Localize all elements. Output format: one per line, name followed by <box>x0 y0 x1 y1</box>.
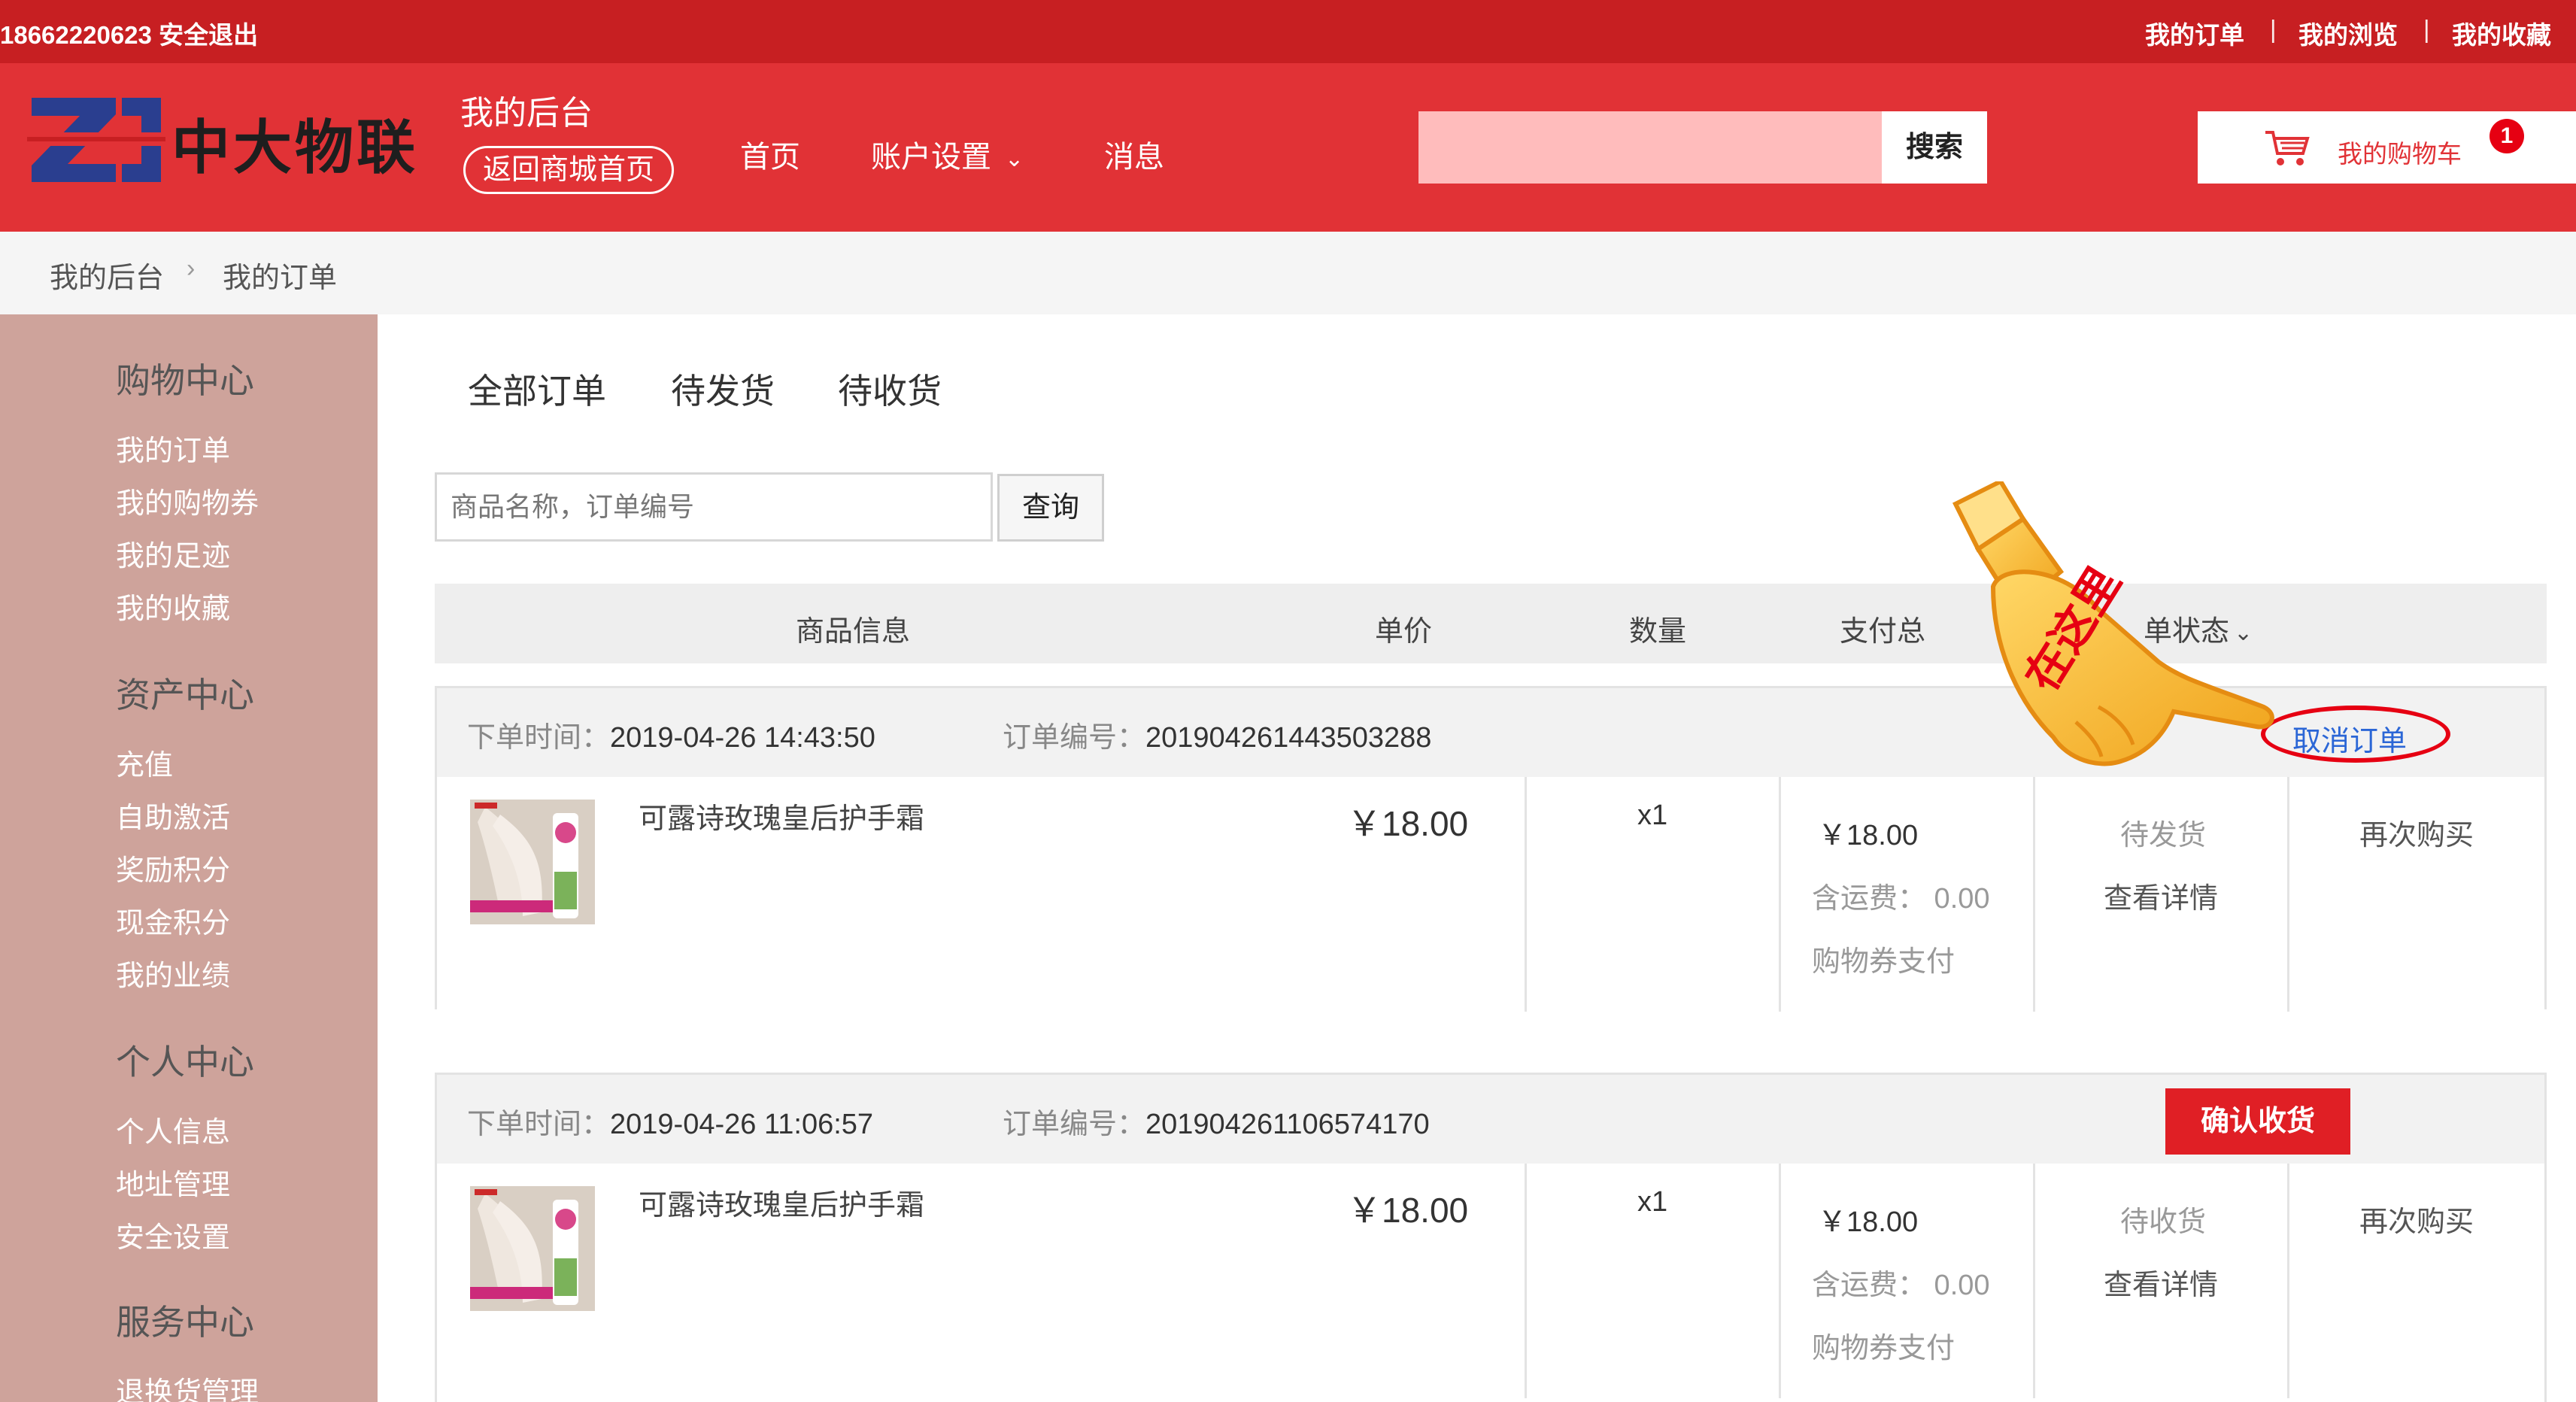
column-divider <box>2287 1164 2289 1398</box>
top-separator: | <box>2270 15 2277 43</box>
sidebar-item-my-footprints[interactable]: 我的足迹 <box>116 533 230 574</box>
breadcrumb <box>0 232 2576 314</box>
order-time: 下单时间：2019-04-26 11:06:57 <box>467 1109 874 1140</box>
query-button[interactable]: 查询 <box>997 474 1104 542</box>
sidebar-heading-shopping: 购物中心 <box>116 361 254 400</box>
chevron-right-icon: › <box>187 254 196 283</box>
unit-price: ￥18.00 <box>1347 1191 1469 1230</box>
col-quantity: 数量 <box>1629 616 1687 648</box>
breadcrumb-backend[interactable]: 我的后台 <box>50 254 164 296</box>
unit-price: ￥18.00 <box>1347 804 1469 843</box>
quantity: x1 <box>1637 1186 1668 1218</box>
sidebar-item-address[interactable]: 地址管理 <box>116 1161 230 1203</box>
column-divider <box>2287 777 2289 1012</box>
order-number: 订单编号：201904261106574170 <box>1003 1109 1430 1140</box>
nav-home[interactable]: 首页 <box>740 132 800 176</box>
highlight-ellipse <box>2261 706 2450 763</box>
search-input[interactable] <box>1418 111 1882 184</box>
search-button[interactable]: 搜索 <box>1882 111 1987 184</box>
payment-method: 购物券支付 <box>1812 1333 1956 1364</box>
sidebar-item-cash-points[interactable]: 现金积分 <box>116 900 230 941</box>
order-card: 下单时间：2019-04-26 11:06:57 订单编号：2019042611… <box>435 1073 2547 1402</box>
order-row: 可露诗玫瑰皇后护手霜 ￥18.00 x1 ￥18.00 含运费： 0.00 购物… <box>437 1164 2544 1398</box>
column-divider <box>1525 777 1527 1012</box>
column-divider <box>1779 777 1781 1012</box>
column-divider <box>2033 1164 2035 1398</box>
order-time: 下单时间：2019-04-26 14:43:50 <box>467 722 875 754</box>
shipping-fee: 含运费： 0.00 <box>1812 1270 1990 1301</box>
top-link-my-orders[interactable]: 我的订单 <box>2145 15 2244 51</box>
tab-pending-receipt[interactable]: 待收货 <box>838 364 942 414</box>
back-to-mall-button[interactable]: 返回商城首页 <box>463 146 674 194</box>
sidebar-item-self-activate[interactable]: 自助激活 <box>116 794 230 836</box>
sidebar-heading-service: 服务中心 <box>116 1303 254 1342</box>
top-link-my-favorites[interactable]: 我的收藏 <box>2452 15 2551 51</box>
order-total: ￥18.00 <box>1818 820 1919 851</box>
cart-count-badge: 1 <box>2490 119 2524 153</box>
order-number: 订单编号：201904261443503288 <box>1003 722 1432 754</box>
tab-all-orders[interactable]: 全部订单 <box>468 364 606 414</box>
buy-again-link[interactable]: 再次购买 <box>2359 1198 2474 1240</box>
nav-account-settings[interactable]: 账户设置 ⌄ <box>871 132 1024 176</box>
order-status: 待发货 <box>2120 820 2207 851</box>
order-status: 待收货 <box>2120 1206 2207 1238</box>
product-thumbnail[interactable] <box>470 1186 595 1311</box>
product-name-link[interactable]: 可露诗玫瑰皇后护手霜 <box>639 1182 924 1223</box>
shipping-fee: 含运费： 0.00 <box>1812 883 1990 915</box>
chevron-down-icon: ⌄ <box>1005 146 1024 171</box>
cart-icon <box>2265 131 2310 165</box>
top-link-my-browsing[interactable]: 我的浏览 <box>2298 15 2398 51</box>
cart-label: 我的购物车 <box>2338 140 2462 168</box>
tab-pending-shipment[interactable]: 待发货 <box>671 364 775 414</box>
sidebar-item-security[interactable]: 安全设置 <box>116 1214 230 1255</box>
sidebar-item-reward-points[interactable]: 奖励积分 <box>116 847 230 888</box>
col-product-info: 商品信息 <box>796 616 911 648</box>
logout-link[interactable]: 安全退出 <box>159 21 258 49</box>
payment-method: 购物券支付 <box>1812 946 1956 978</box>
cart-button[interactable]: 我的购物车 1 <box>2198 111 2576 184</box>
product-name-link[interactable]: 可露诗玫瑰皇后护手霜 <box>639 795 924 836</box>
backend-title: 我的后台 <box>460 95 593 132</box>
col-unit-price: 单价 <box>1375 616 1433 648</box>
quantity: x1 <box>1637 800 1668 831</box>
column-divider <box>1779 1164 1781 1398</box>
view-details-link[interactable]: 查看详情 <box>2104 1261 2218 1303</box>
buy-again-link[interactable]: 再次购买 <box>2359 812 2474 853</box>
sidebar-item-my-performance[interactable]: 我的业绩 <box>116 952 230 994</box>
site-header: 中大物联 我的后台 返回商城首页 首页 账户设置 ⌄ 消息 搜索 我的购物车 1 <box>0 63 2576 232</box>
order-total: ￥18.00 <box>1818 1206 1919 1238</box>
product-image-icon <box>470 1186 595 1311</box>
breadcrumb-my-orders: 我的订单 <box>223 262 338 294</box>
confirm-receipt-button[interactable]: 确认收货 <box>2165 1088 2350 1155</box>
product-thumbnail[interactable] <box>470 800 595 924</box>
order-header: 下单时间：2019-04-26 11:06:57 订单编号：2019042611… <box>437 1075 2544 1164</box>
sidebar-item-recharge[interactable]: 充值 <box>116 742 173 783</box>
top-bar: 18662220623 安全退出 我的订单 | 我的浏览 | 我的收藏 <box>0 0 2576 63</box>
sidebar: 购物中心 我的订单 我的购物券 我的足迹 我的收藏 资产中心 充值 自助激活 奖… <box>0 314 378 1402</box>
sidebar-heading-assets: 资产中心 <box>116 675 254 715</box>
product-image-icon <box>470 800 595 924</box>
sidebar-item-my-favorites[interactable]: 我的收藏 <box>116 585 230 627</box>
sidebar-item-my-coupons[interactable]: 我的购物券 <box>116 480 259 521</box>
column-divider <box>2033 777 2035 1012</box>
user-phone: 18662220623 安全退出 <box>0 21 259 49</box>
view-details-link[interactable]: 查看详情 <box>2104 875 2218 916</box>
logo-mark-icon <box>27 92 165 188</box>
order-search-input[interactable]: 商品名称，订单编号 <box>435 472 993 542</box>
sidebar-item-profile[interactable]: 个人信息 <box>116 1109 230 1150</box>
nav-messages[interactable]: 消息 <box>1104 132 1164 176</box>
column-divider <box>1525 1164 1527 1398</box>
sidebar-item-my-orders[interactable]: 我的订单 <box>116 427 230 469</box>
top-separator: | <box>2423 15 2430 43</box>
sidebar-item-returns[interactable]: 退换货管理 <box>116 1369 259 1402</box>
sidebar-heading-personal: 个人中心 <box>116 1042 254 1082</box>
logo-text: 中大物联 <box>171 114 419 182</box>
order-row: 可露诗玫瑰皇后护手霜 ￥18.00 x1 ￥18.00 含运费： 0.00 购物… <box>437 777 2544 1012</box>
